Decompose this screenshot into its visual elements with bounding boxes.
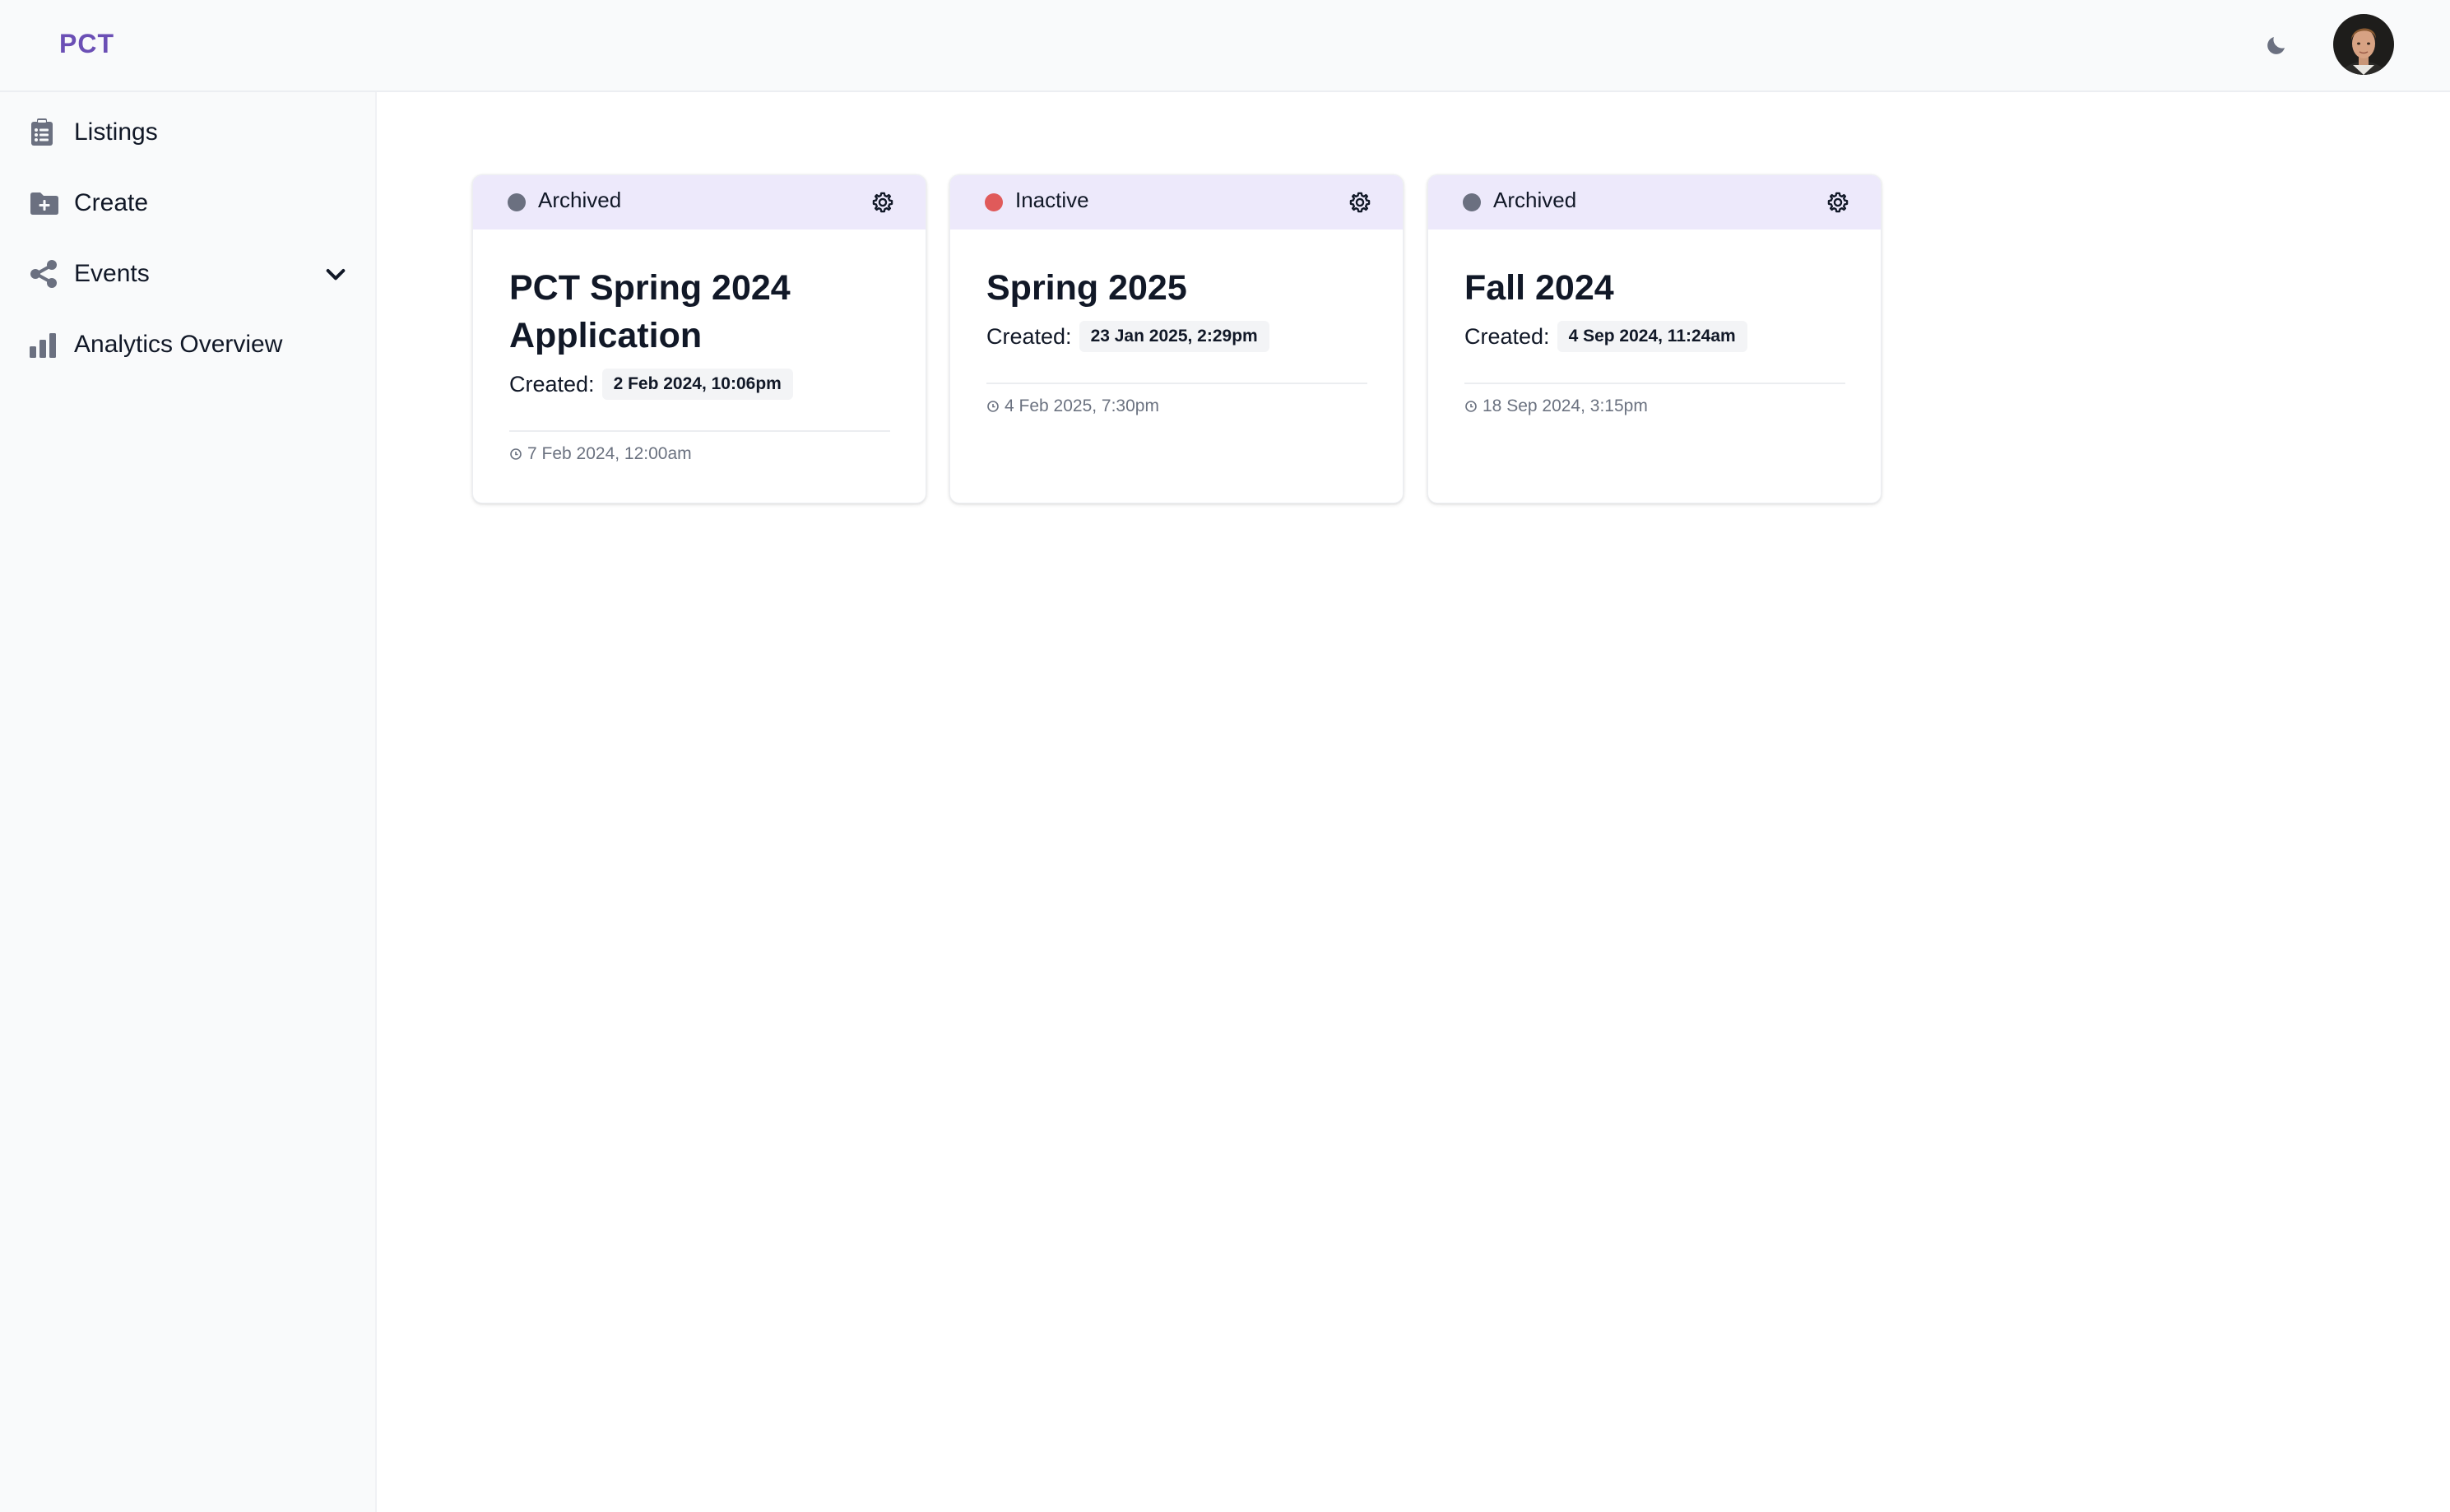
status-badge: Archived — [1493, 188, 1577, 212]
sidebar-item-create[interactable]: Create — [20, 174, 349, 232]
status-badge: Inactive — [1015, 188, 1089, 212]
chevron-down-icon[interactable] — [322, 261, 349, 287]
clock-icon — [1465, 401, 1477, 412]
updated-row: 4 Feb 2025, 7:30pm — [986, 397, 1159, 416]
sidebar-item-label: Events — [74, 260, 150, 287]
created-label: Created: — [509, 371, 595, 397]
card-divider — [1464, 383, 1845, 384]
listing-card[interactable]: Inactive Spring 2025 Created: 23 Jan 202… — [949, 174, 1404, 503]
sidebar-item-events[interactable]: Events — [20, 245, 349, 303]
card-title[interactable]: PCT Spring 2024 Application — [509, 264, 896, 359]
folder-plus-icon — [20, 185, 74, 221]
share-nodes-icon — [20, 256, 74, 292]
updated-date: 7 Feb 2024, 12:00am — [527, 444, 692, 463]
created-label: Created: — [986, 323, 1072, 349]
gear-icon[interactable] — [1348, 191, 1371, 214]
card-header: Archived — [473, 175, 926, 230]
updated-row: 7 Feb 2024, 12:00am — [509, 444, 692, 464]
status-dot — [508, 193, 526, 211]
top-bar: PCT — [0, 0, 2450, 92]
created-row: Created: 23 Jan 2025, 2:29pm — [986, 321, 1269, 352]
updated-row: 18 Sep 2024, 3:15pm — [1464, 397, 1648, 416]
avatar-image — [2333, 14, 2394, 75]
sidebar-item-label: Listings — [74, 118, 158, 146]
user-avatar[interactable] — [2333, 14, 2394, 75]
moon-icon — [2267, 37, 2285, 54]
card-title[interactable]: Fall 2024 — [1464, 264, 1851, 312]
card-divider — [986, 383, 1367, 384]
pct-logo[interactable]: PCT — [59, 30, 122, 58]
card-divider — [509, 430, 890, 432]
sidebar-item-listings[interactable]: Listings — [20, 104, 349, 161]
created-date: 23 Jan 2025, 2:29pm — [1079, 321, 1269, 352]
clipboard-list-icon — [20, 114, 74, 151]
listing-card[interactable]: Archived PCT Spring 2024 Application Cre… — [472, 174, 926, 503]
card-header: Inactive — [950, 175, 1403, 230]
theme-toggle-button[interactable] — [2256, 25, 2297, 66]
sidebar: Listings Create Events Analytics Overvie… — [0, 92, 377, 1512]
updated-date: 4 Feb 2025, 7:30pm — [1005, 397, 1159, 415]
status-dot — [1463, 193, 1481, 211]
clock-icon — [987, 401, 999, 412]
svg-text:PCT: PCT — [59, 30, 114, 58]
status-dot — [985, 193, 1003, 211]
sidebar-item-label: Create — [74, 189, 149, 216]
created-label: Created: — [1464, 323, 1550, 349]
sidebar-item-label: Analytics Overview — [74, 331, 283, 358]
created-row: Created: 2 Feb 2024, 10:06pm — [509, 369, 793, 400]
listing-card[interactable]: Archived Fall 2024 Created: 4 Sep 2024, … — [1427, 174, 1882, 503]
sidebar-item-analytics-overview[interactable]: Analytics Overview — [20, 316, 349, 373]
created-row: Created: 4 Sep 2024, 11:24am — [1464, 321, 1747, 352]
created-date: 4 Sep 2024, 11:24am — [1557, 321, 1747, 352]
gear-icon[interactable] — [871, 191, 894, 214]
clock-icon — [510, 448, 522, 460]
updated-date: 18 Sep 2024, 3:15pm — [1483, 397, 1648, 415]
card-title[interactable]: Spring 2025 — [986, 264, 1373, 312]
created-date: 2 Feb 2024, 10:06pm — [601, 369, 793, 400]
gear-icon[interactable] — [1826, 191, 1849, 214]
card-header: Archived — [1428, 175, 1881, 230]
status-badge: Archived — [538, 188, 622, 212]
bar-chart-icon — [20, 327, 74, 363]
